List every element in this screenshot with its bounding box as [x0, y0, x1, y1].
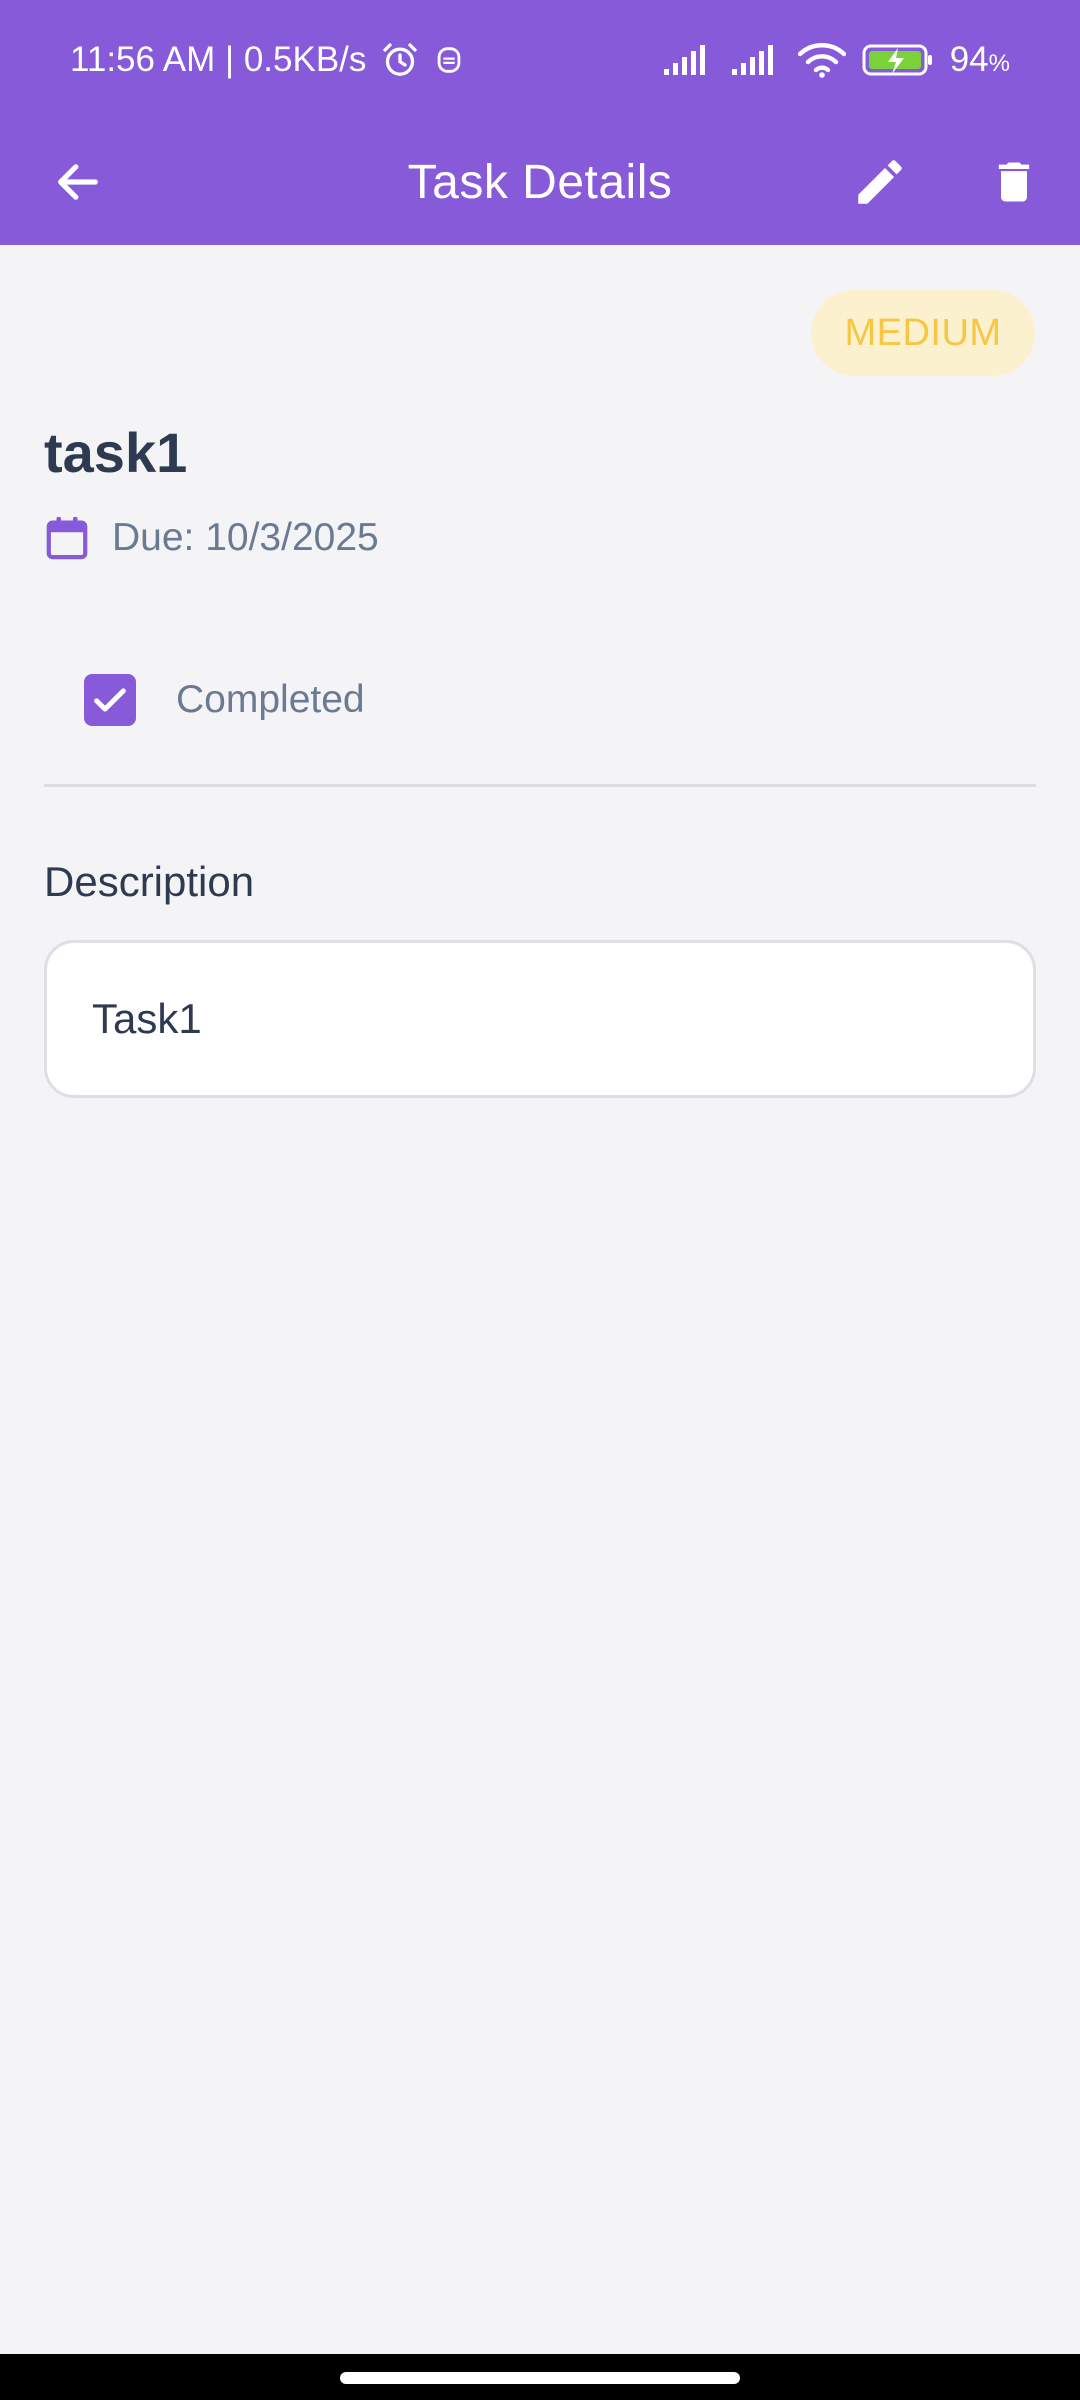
signal-icon: [730, 43, 782, 77]
due-date-row: Due: 10/3/2025: [44, 512, 379, 564]
completed-label: Completed: [176, 678, 365, 721]
edit-button[interactable]: [846, 148, 914, 216]
task-title: task1: [44, 421, 188, 484]
wifi-icon: [797, 42, 846, 78]
battery-charging-icon: [862, 42, 934, 78]
priority-badge: MEDIUM: [811, 290, 1035, 376]
navigation-bar: [0, 2354, 1080, 2400]
divider: [44, 784, 1036, 787]
completed-row[interactable]: Completed: [84, 672, 365, 728]
check-icon: [94, 688, 126, 712]
status-left: 11:56 AM | 0.5KB/s: [70, 40, 464, 80]
home-indicator[interactable]: [340, 2372, 740, 2384]
status-bar: 11:56 AM | 0.5KB/s 94%: [0, 0, 1080, 120]
trash-icon: [998, 162, 1030, 202]
due-date-text: Due: 10/3/2025: [112, 516, 379, 559]
app-screen: 11:56 AM | 0.5KB/s 94% Task Details MEDI…: [0, 0, 1080, 2400]
description-box: Task1: [44, 940, 1036, 1098]
alarm-icon: [380, 40, 420, 80]
calendar-icon: [44, 513, 90, 563]
status-time: 11:56 AM | 0.5KB/s: [70, 40, 367, 79]
notification-icon: [434, 43, 464, 77]
delete-button[interactable]: [980, 148, 1048, 216]
completed-checkbox[interactable]: [84, 674, 136, 726]
pencil-icon: [858, 160, 902, 204]
status-right: 94%: [662, 40, 1010, 80]
signal-icon: [662, 43, 714, 77]
page-title: Task Details: [407, 156, 673, 209]
description-label: Description: [44, 858, 255, 905]
description-text: Task1: [92, 995, 202, 1042]
app-bar: Task Details: [0, 120, 1080, 245]
battery-level: 94%: [949, 40, 1010, 79]
